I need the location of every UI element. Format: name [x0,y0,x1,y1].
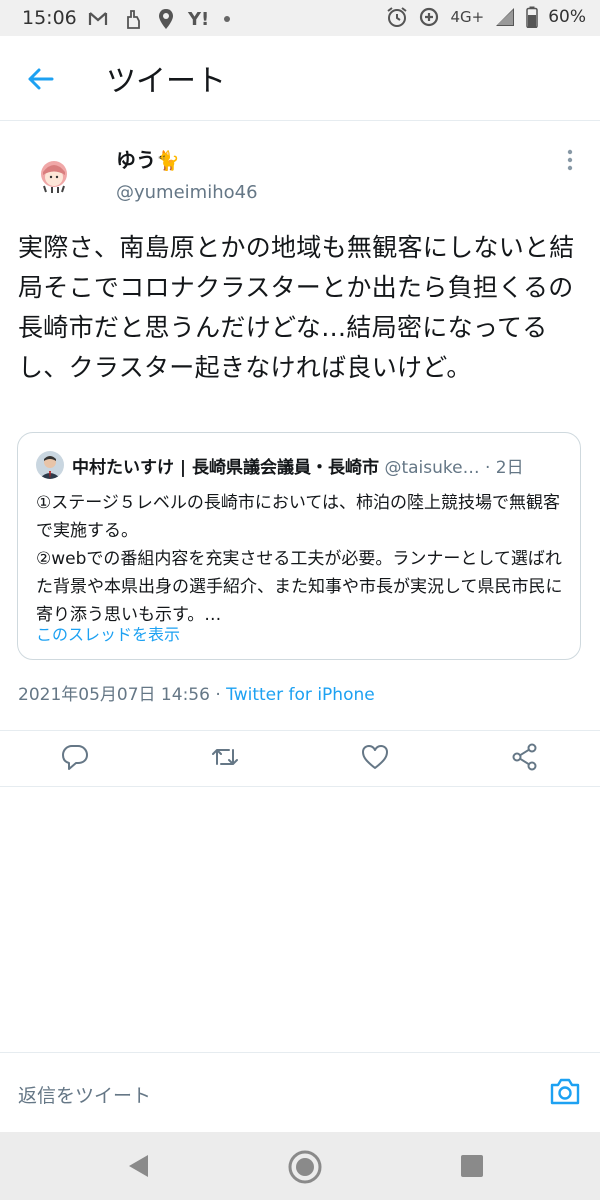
like-heart-icon[interactable] [360,742,390,772]
share-icon[interactable] [510,742,540,772]
data-saver-icon [418,6,440,28]
username[interactable]: @yumeimiho46 [116,182,258,203]
quoted-name: 中村たいすけ | 長崎県議会議員・長崎市 [72,458,380,478]
display-name-text: ゆう [116,148,156,172]
quoted-handle: @taisuke… [384,458,480,478]
timestamp: 2021年05月07日 14:56 [18,685,210,705]
network-type: 4G+ [450,8,485,26]
reply-input[interactable]: 返信をツイート [18,1081,151,1108]
more-options-icon[interactable] [560,148,580,172]
system-nav-bar [0,1132,600,1200]
quoted-age: · 2日 [485,458,524,478]
source-link[interactable]: Twitter for iPhone [226,685,375,705]
avatar[interactable] [30,150,78,198]
quoted-header: 中村たいすけ | 長崎県議会議員・長崎市 @taisuke… · 2日 [72,453,572,478]
tweet-meta: 2021年05月07日 14:56 · Twitter for iPhone [18,680,375,705]
quoted-text-line1: ①ステージ５レベルの長崎市においては、柿泊の陸上競技場で無観客で実施する。 [36,493,561,541]
camera-icon[interactable] [548,1075,582,1109]
app-bar: ツイート [0,36,600,121]
quoted-text-line2: ②webでの番組内容を充実させる工夫が必要。ランナーとして選ばれた背景や本県出身… [36,549,563,625]
status-bar: 15:06 Y! 4G+ 60% [0,0,600,36]
hand-icon [122,8,144,30]
tweet-text: 実際さ、南島原とかの地域も無観客にしないと結局そこでコロナクラスターとか出たら負… [18,233,575,382]
reply-bar: 返信をツイート [0,1052,600,1133]
location-icon [158,8,174,30]
dot-icon [223,15,231,23]
alarm-icon [386,6,408,28]
nav-home-icon[interactable] [288,1150,322,1188]
battery-percent: 60% [548,7,586,27]
retweet-icon[interactable] [210,742,240,772]
gmail-icon [88,11,108,27]
quoted-tweet[interactable]: 中村たいすけ | 長崎県議会議員・長崎市 @taisuke… · 2日 ①ステー… [17,432,581,660]
divider [0,730,600,731]
quoted-avatar [36,451,64,479]
action-bar [0,732,600,784]
signal-icon [494,7,516,27]
battery-icon [526,6,538,28]
page-title: ツイート [106,64,226,99]
meta-separator: · [209,685,227,705]
reply-icon[interactable] [60,742,90,772]
divider [0,786,600,787]
show-thread-link[interactable]: このスレッドを表示 [36,621,180,645]
nav-back-icon[interactable] [126,1152,152,1184]
quoted-text: ①ステージ５レベルの長崎市においては、柿泊の陸上競技場で無観客で実施する。 ②w… [36,489,576,629]
cat-emoji-icon: 🐈 [156,150,180,172]
back-arrow-icon[interactable] [24,62,58,96]
display-name[interactable]: ゆう🐈 [116,144,180,173]
nav-recent-apps-icon[interactable] [460,1154,484,1182]
status-time: 15:06 [22,7,77,29]
yahoo-icon: Y! [188,8,210,30]
